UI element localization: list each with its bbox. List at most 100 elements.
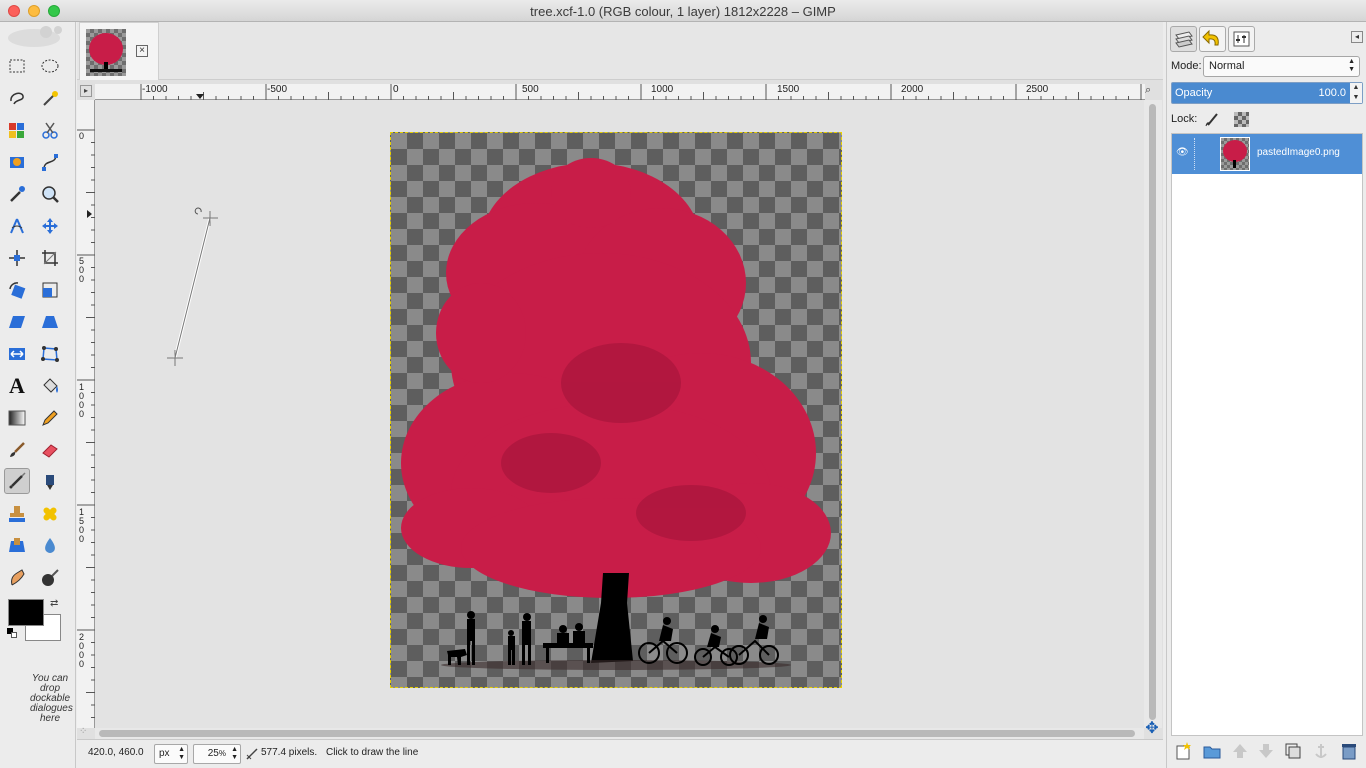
quick-mask-menu-icon[interactable]: ▸ xyxy=(80,85,92,97)
rotate-tool-icon[interactable] xyxy=(4,277,30,303)
undo-history-tab-icon xyxy=(1202,29,1219,46)
perspective-clone-tool-icon[interactable] xyxy=(4,533,30,559)
vertical-ruler[interactable]: 0 5 0 0 1 0 0 0 1 5 0 0 2 0 0 0 xyxy=(77,100,95,728)
vruler-label-0: 0 xyxy=(79,131,85,141)
zoom-image-fit-icon[interactable]: ✥ xyxy=(1143,720,1161,738)
hruler-label-1500: 1500 xyxy=(777,84,800,95)
new-layer-button[interactable] xyxy=(1174,741,1194,761)
tab-layers[interactable] xyxy=(1170,26,1197,52)
dock-menu-icon[interactable]: ◂ xyxy=(1351,31,1363,43)
layer-name[interactable]: pastedImage0.png xyxy=(1257,147,1340,158)
delete-layer-button[interactable] xyxy=(1339,741,1359,761)
hruler-pointer-marker xyxy=(196,94,204,99)
navigate-corner-icon[interactable]: ⌕ xyxy=(1145,84,1159,98)
vertical-scroll-thumb[interactable] xyxy=(1149,104,1156,720)
crop-tool-icon[interactable] xyxy=(37,245,63,271)
duplicate-icon xyxy=(1285,743,1301,759)
zoom-value: 25 xyxy=(207,748,219,759)
dodge-burn-tool-icon[interactable] xyxy=(37,565,63,591)
window-titlebar: tree.xcf-1.0 (RGB colour, 1 layer) 1812x… xyxy=(0,0,1366,22)
foreground-select-tool-icon[interactable] xyxy=(4,149,30,175)
layers-list[interactable]: 👁 pastedImage0.png xyxy=(1171,133,1363,736)
paths-tool-icon[interactable] xyxy=(37,149,63,175)
move-tool-icon[interactable] xyxy=(37,213,63,239)
heal-tool-icon[interactable] xyxy=(37,501,63,527)
airbrush-tool-icon[interactable] xyxy=(4,468,30,494)
anchor-icon xyxy=(1315,744,1327,758)
opacity-value: 100.0 xyxy=(1318,87,1346,99)
lock-pixels-icon[interactable] xyxy=(1205,111,1221,127)
vertical-scrollbar[interactable] xyxy=(1144,100,1162,728)
perspective-tool-icon[interactable] xyxy=(37,309,63,335)
duplicate-layer-button[interactable] xyxy=(1283,741,1303,761)
flip-tool-icon[interactable] xyxy=(4,341,30,367)
blur-tool-icon[interactable] xyxy=(37,533,63,559)
measure-tool-icon[interactable] xyxy=(4,213,30,239)
layers-dock: ◂ Mode: Normal ▲ ▼ Opacity 100.0 ▲ ▼ Lock:… xyxy=(1166,22,1366,768)
scissors-tool-icon[interactable] xyxy=(37,117,63,143)
unit-spin-icon: ▲ ▼ xyxy=(178,746,185,761)
pencil-tool-icon[interactable] xyxy=(37,405,63,431)
layers-button-bar xyxy=(1171,738,1363,764)
scale-tool-icon[interactable] xyxy=(37,277,63,303)
image-canvas[interactable] xyxy=(390,132,842,688)
unit-selector[interactable]: px ▲ ▼ xyxy=(154,744,188,764)
vruler-label-2000: 2 0 0 0 xyxy=(79,632,85,669)
layer-visibility-eye-icon[interactable]: 👁 xyxy=(1176,147,1189,158)
clone-tool-icon[interactable] xyxy=(4,501,30,527)
tab-undo-history[interactable] xyxy=(1199,26,1226,52)
ink-tool-icon[interactable] xyxy=(37,469,63,495)
lower-layer-button[interactable] xyxy=(1256,741,1276,761)
text-tool-icon[interactable]: A xyxy=(4,373,30,399)
shear-tool-icon[interactable] xyxy=(4,309,30,335)
lock-alpha-icon[interactable] xyxy=(1234,112,1249,127)
horizontal-ruler[interactable]: -1000 -500 0 500 1000 1500 2000 2500 xyxy=(95,84,1145,100)
zoom-selector[interactable]: 25% ▲ ▼ xyxy=(193,744,241,764)
mode-select[interactable]: Normal ▲ ▼ xyxy=(1203,56,1360,77)
layer-chain-toggle[interactable] xyxy=(1194,138,1208,170)
unit-value: px xyxy=(159,748,170,759)
vruler-label-1000: 1 0 0 0 xyxy=(79,382,85,419)
image-tab-tree[interactable]: × xyxy=(79,22,159,80)
select-by-color-tool-icon[interactable] xyxy=(4,117,30,143)
layer-row[interactable]: 👁 pastedImage0.png xyxy=(1172,134,1362,174)
swap-colors-icon[interactable]: ⇄ xyxy=(50,598,58,609)
opacity-slider[interactable]: Opacity 100.0 ▲ ▼ xyxy=(1171,82,1363,104)
close-image-tab-icon[interactable]: × xyxy=(136,45,148,57)
hruler-label-500: 500 xyxy=(522,84,539,95)
foreground-color-swatch[interactable] xyxy=(8,599,44,626)
smudge-tool-icon[interactable] xyxy=(4,565,30,591)
ellipse-select-tool-icon[interactable] xyxy=(37,53,63,79)
navigation-corner-left-icon[interactable]: ⁘ xyxy=(79,726,87,737)
cage-tool-icon[interactable] xyxy=(37,341,63,367)
new-layer-group-button[interactable] xyxy=(1202,741,1222,761)
status-message-hint: Click to draw the line xyxy=(326,747,419,758)
rect-select-tool-icon[interactable] xyxy=(4,53,30,79)
tool-options-tab-icon xyxy=(1233,31,1250,47)
anchor-layer-button[interactable] xyxy=(1311,741,1331,761)
vruler-label-500: 5 0 0 xyxy=(79,256,85,284)
zoom-tool-icon[interactable] xyxy=(37,181,63,207)
arrow-down-icon xyxy=(1259,744,1273,758)
fuzzy-select-tool-icon[interactable] xyxy=(37,85,63,111)
opacity-spin-icon[interactable]: ▲ ▼ xyxy=(1350,83,1362,103)
image-viewport[interactable] xyxy=(95,100,1144,728)
bucket-fill-tool-icon[interactable] xyxy=(37,373,63,399)
lock-label: Lock: xyxy=(1171,113,1198,125)
align-tool-icon[interactable] xyxy=(4,245,30,271)
eraser-tool-icon[interactable] xyxy=(37,437,63,463)
blend-tool-icon[interactable] xyxy=(4,405,30,431)
arrow-up-icon xyxy=(1233,744,1247,758)
color-picker-tool-icon[interactable] xyxy=(4,181,30,207)
default-colors-icon[interactable] xyxy=(7,628,17,638)
horizontal-scroll-thumb[interactable] xyxy=(99,730,1135,737)
paintbrush-tool-icon[interactable] xyxy=(4,437,30,463)
free-select-tool-icon[interactable] xyxy=(4,85,30,111)
zoom-unit: % xyxy=(218,749,226,758)
tab-tool-options[interactable] xyxy=(1228,26,1255,52)
raise-layer-button[interactable] xyxy=(1230,741,1250,761)
new-layer-icon xyxy=(1176,742,1191,760)
image-tab-bar: × xyxy=(77,22,1163,80)
hruler-label-1000: 1000 xyxy=(651,84,674,95)
mode-dropdown-icon: ▲ ▼ xyxy=(1348,58,1355,73)
